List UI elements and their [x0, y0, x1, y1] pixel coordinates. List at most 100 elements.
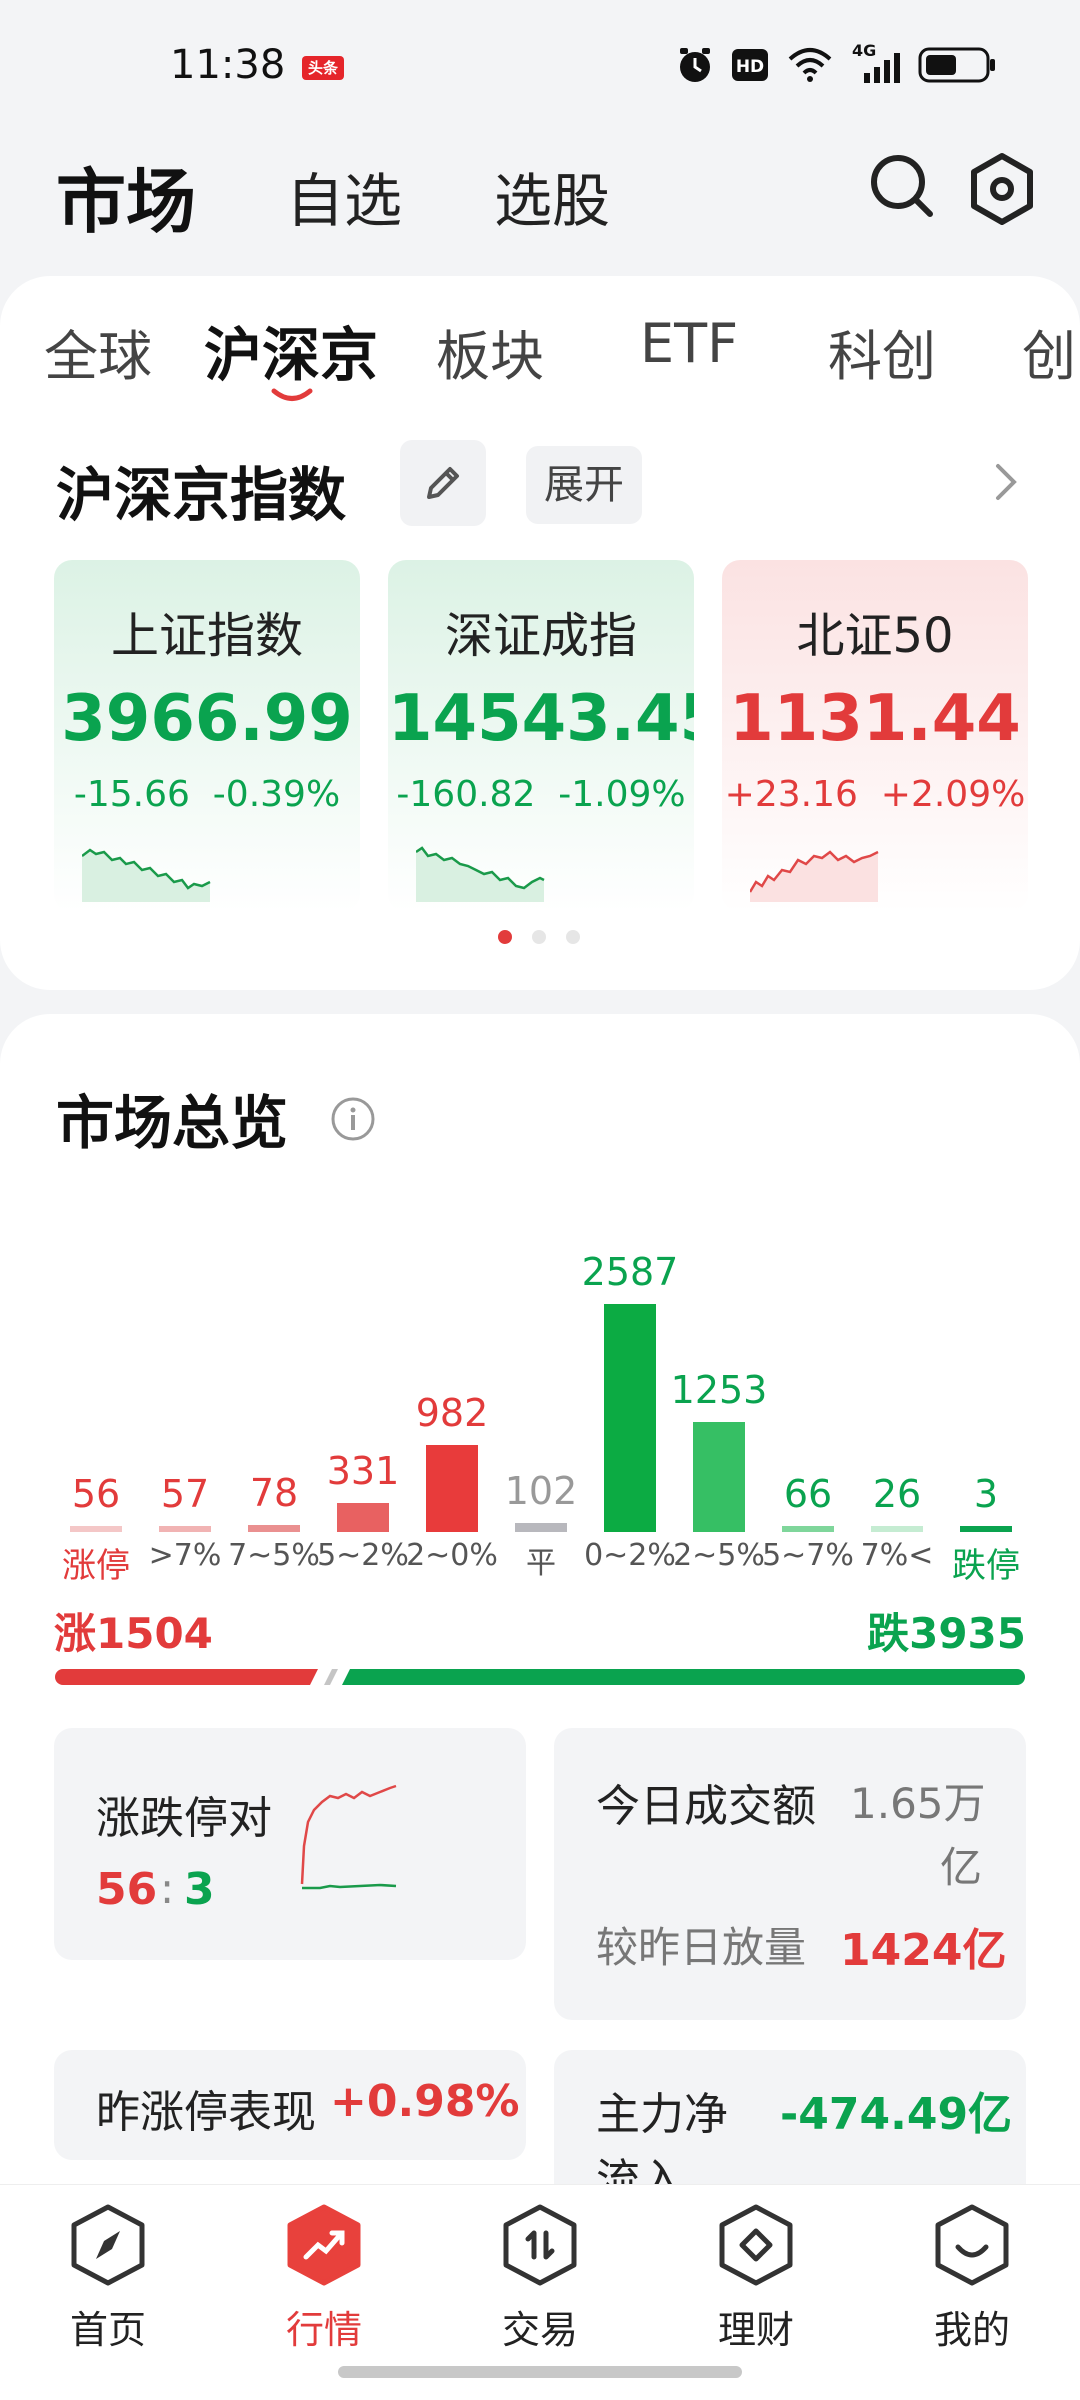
- hd-icon: HD: [732, 49, 768, 81]
- distribution-bar: [871, 1526, 923, 1532]
- index-card: 沪深京指数 展开 上证指数 3966.99 -15.66 -0.39% 深证成指…: [0, 410, 1080, 990]
- info-icon[interactable]: [330, 1096, 376, 1142]
- pencil-icon: [427, 467, 459, 499]
- limit-up-count: 56: [96, 1864, 158, 1915]
- chevron-right-icon[interactable]: [994, 462, 1018, 502]
- subtab-hushenjing[interactable]: 沪深京: [204, 308, 378, 392]
- bar-value-label: 2587: [581, 1250, 679, 1294]
- turnover-compare-value: 1424亿: [840, 1925, 1007, 1976]
- index-tile-shenzhen[interactable]: 深证成指 14543.45 -160.82 -1.09%: [388, 560, 694, 912]
- limit-pair-sparkline: [300, 1784, 397, 1890]
- main-flow-value: -474.49亿: [780, 2089, 1013, 2140]
- index-value: 1131.44: [729, 682, 1021, 756]
- wifi-icon: [788, 48, 832, 82]
- subtab-etf[interactable]: ETF: [640, 312, 738, 375]
- compass-hex-icon: [71, 2204, 145, 2286]
- index-sparkline: [750, 850, 879, 902]
- index-tile-bse50[interactable]: 北证50 1131.44 +23.16 +2.09%: [722, 560, 1028, 912]
- distribution-bar: [70, 1526, 122, 1532]
- bottom-nav-label: 我的: [933, 2308, 1010, 2352]
- tab-watchlist[interactable]: 自选: [286, 154, 402, 238]
- bottom-nav-label: 行情: [285, 2308, 362, 2352]
- sub-tabs-bar: 全球 沪深京 板块 ETF 科创 创: [0, 276, 1080, 410]
- bottom-nav-label: 理财: [717, 2308, 794, 2352]
- index-change: +23.16 +2.09%: [724, 774, 1026, 815]
- prev-limit-card[interactable]: 昨涨停表现 +0.98%: [54, 2050, 526, 2160]
- bar-value-label: 102: [504, 1469, 578, 1513]
- overview-title: 市场总览: [56, 1089, 289, 1157]
- index-value: 3966.99: [61, 682, 353, 756]
- carousel-dots: [498, 930, 580, 944]
- main-flow-label-1: 主力净: [596, 2089, 728, 2140]
- turnover-unit: 亿: [940, 1843, 983, 1892]
- edit-button[interactable]: [400, 440, 486, 526]
- bottom-nav-label: 交易: [501, 2308, 578, 2352]
- distribution-bar: [604, 1304, 656, 1532]
- bottom-nav-label: 首页: [69, 2308, 146, 2352]
- bar-value-label: 331: [326, 1449, 400, 1493]
- subtab-sectors[interactable]: 板块: [436, 312, 544, 391]
- limit-pair-label: 涨跌停对: [96, 1793, 272, 1844]
- alarm-icon: [680, 48, 710, 82]
- price-distribution-chart: 56 涨停 57 >7% 78 7~5% 331 5~2% 982 2~0% 102 平 2587 0~2…: [0, 1204, 1080, 1586]
- distribution-bar: [515, 1523, 567, 1532]
- flat-segment: [324, 1669, 338, 1685]
- index-change: -15.66 -0.39%: [73, 774, 341, 815]
- top-nav: 市场 自选 选股: [0, 140, 1080, 250]
- smile-hex-icon: [935, 2204, 1009, 2286]
- limit-pair-card[interactable]: 涨跌停对 56 : 3: [54, 1728, 526, 1960]
- distribution-bar: [248, 1525, 300, 1532]
- turnover-compare-label: 较昨日放量: [596, 1923, 807, 1972]
- distribution-bar: [960, 1526, 1012, 1532]
- carousel-dot[interactable]: [566, 930, 580, 944]
- carousel-dot[interactable]: [532, 930, 546, 944]
- bar-value-label: 982: [415, 1391, 489, 1435]
- index-name: 北证50: [796, 608, 954, 664]
- settings-hex-icon[interactable]: [968, 152, 1036, 226]
- bar-category-label: 跌停: [952, 1546, 1020, 1586]
- tab-market[interactable]: 市场: [56, 146, 196, 247]
- up-segment: [55, 1669, 318, 1685]
- expand-button[interactable]: 展开: [526, 446, 642, 524]
- subtab-chinext[interactable]: 创: [1022, 312, 1076, 391]
- down-count-label: 跌3935: [867, 1609, 1026, 1658]
- subtab-global[interactable]: 全球: [44, 312, 152, 391]
- bar-value-label: 3: [973, 1472, 999, 1516]
- carousel-dot-active[interactable]: [498, 930, 512, 944]
- down-segment: [342, 1669, 1025, 1685]
- distribution-bar: [426, 1445, 478, 1532]
- status-icons: HD 4G: [676, 41, 996, 84]
- distribution-bar: [782, 1526, 834, 1532]
- index-name: 深证成指: [444, 608, 637, 664]
- toutiao-badge: 头条: [302, 56, 344, 80]
- status-bar: 11:38 头条 HD 4G: [0, 0, 1080, 130]
- index-change: -160.82 -1.09%: [396, 774, 686, 815]
- prev-limit-label: 昨涨停表现: [96, 2087, 316, 2138]
- turnover-card[interactable]: 今日成交额 1.65万 亿 较昨日放量 1424亿: [554, 1728, 1026, 2020]
- turnover-label: 今日成交额: [596, 1781, 816, 1832]
- index-name: 上证指数: [110, 608, 303, 664]
- trend-hex-icon: [287, 2204, 361, 2286]
- index-tile-shanghai[interactable]: 上证指数 3966.99 -15.66 -0.39%: [54, 560, 360, 912]
- limit-down-count: 3: [184, 1864, 215, 1915]
- search-icon[interactable]: [868, 152, 936, 220]
- index-value: 14543.45: [388, 682, 694, 756]
- limit-pair-sep: :: [160, 1864, 175, 1913]
- trade-hex-icon: [503, 2204, 577, 2286]
- index-section-title: 沪深京指数: [56, 461, 347, 529]
- tab-stock-picker[interactable]: 选股: [494, 154, 610, 238]
- distribution-bar: [693, 1422, 745, 1532]
- index-sparkline: [416, 846, 545, 902]
- status-time: 11:38: [170, 42, 286, 88]
- distribution-bar: [159, 1526, 211, 1532]
- subtab-star-market[interactable]: 科创: [828, 312, 936, 391]
- diamond-hex-icon: [719, 2204, 793, 2286]
- battery-icon: [918, 47, 995, 83]
- turnover-value: 1.65万: [850, 1779, 986, 1828]
- index-sparkline: [82, 848, 211, 902]
- prev-limit-value: +0.98%: [330, 2076, 520, 2127]
- home-indicator[interactable]: [338, 2366, 742, 2378]
- svg-text:HD: HD: [736, 57, 764, 77]
- signal-4g-icon: 4G: [852, 41, 900, 83]
- up-count-label: 涨1504: [54, 1609, 213, 1658]
